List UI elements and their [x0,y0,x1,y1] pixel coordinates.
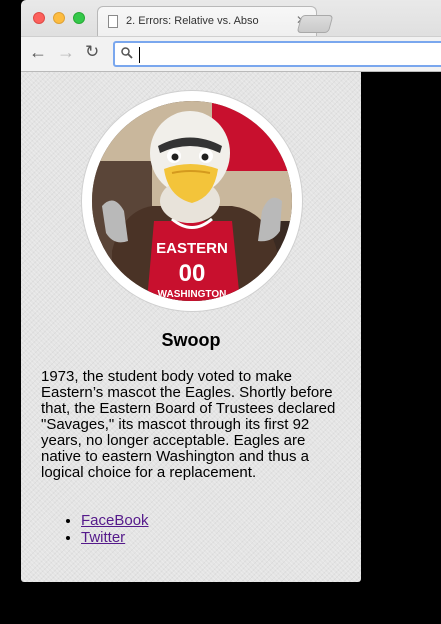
social-links: FaceBook Twitter [65,512,325,546]
mascot-bio: 1973, the student body voted to make Eas… [41,368,336,481]
profile-card: EASTERN 00 WASHINGTON Swoop 1973, the st… [21,72,361,582]
twitter-link[interactable]: Twitter [81,529,125,546]
new-tab-button[interactable] [296,15,334,33]
list-item: Twitter [81,529,325,546]
maximize-window-button[interactable] [73,12,85,24]
jersey-top-text: EASTERN [156,240,228,257]
address-input[interactable] [137,46,437,64]
browser-window: 2. Errors: Relative vs. Abso ✕ ← → ↻ [21,0,441,72]
close-window-button[interactable] [33,12,45,24]
tab-title: 2. Errors: Relative vs. Abso [126,15,259,27]
browser-tab[interactable]: 2. Errors: Relative vs. Abso ✕ [97,6,317,36]
address-bar[interactable] [113,41,441,67]
search-icon [121,47,133,62]
forward-arrow-icon[interactable]: → [57,42,75,62]
facebook-link[interactable]: FaceBook [81,512,149,529]
browser-toolbar: ← → ↻ [21,36,441,72]
jersey-bottom-text: WASHINGTON [158,289,227,300]
reload-icon[interactable]: ↻ [85,42,99,62]
mascot-name: Swoop [161,330,221,350]
back-arrow-icon[interactable]: ← [29,42,47,62]
page-icon [108,15,118,28]
mascot-photo: EASTERN 00 WASHINGTON [82,91,302,311]
text-caret [139,47,140,63]
minimize-window-button[interactable] [53,12,65,24]
jersey-number: 00 [179,260,206,287]
list-item: FaceBook [81,512,325,529]
mascot-image: EASTERN 00 WASHINGTON [92,101,292,301]
